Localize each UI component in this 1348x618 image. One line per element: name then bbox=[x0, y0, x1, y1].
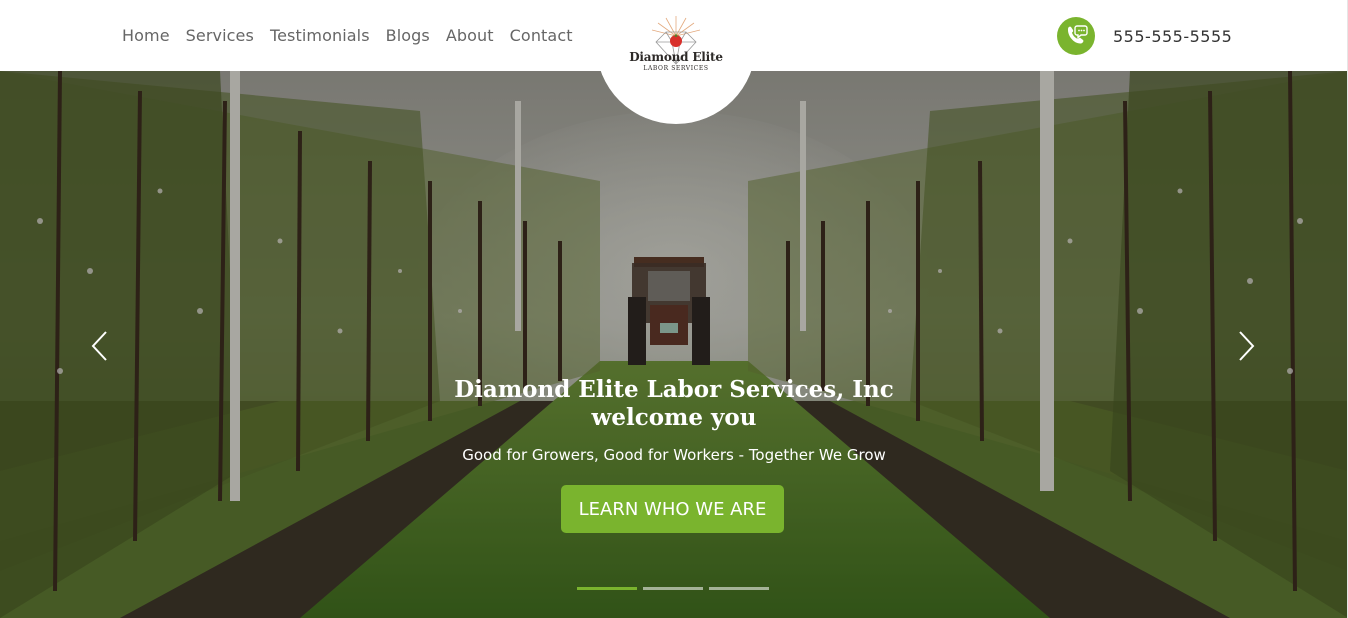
nav-contact[interactable]: Contact bbox=[510, 26, 573, 45]
hero-slider: Diamond Elite Labor Services, Inc welcom… bbox=[0, 71, 1348, 618]
phone-number[interactable]: 555-555-5555 bbox=[1113, 27, 1232, 46]
hero-overlay bbox=[0, 71, 1348, 618]
hero-subtitle: Good for Growers, Good for Workers - Tog… bbox=[462, 446, 886, 464]
slider-dot-1[interactable] bbox=[577, 587, 637, 590]
chevron-right-icon[interactable] bbox=[1234, 329, 1258, 363]
logo-title: Diamond Elite bbox=[629, 50, 723, 64]
main-nav: Home Services Testimonials Blogs About C… bbox=[122, 0, 589, 71]
nav-home[interactable]: Home bbox=[122, 26, 170, 45]
nav-services[interactable]: Services bbox=[186, 26, 254, 45]
phone-contact[interactable]: 555-555-5555 bbox=[1057, 16, 1232, 56]
nav-about[interactable]: About bbox=[446, 26, 494, 45]
hero-title-line-2: welcome you bbox=[591, 404, 757, 431]
nav-testimonials[interactable]: Testimonials bbox=[270, 26, 370, 45]
learn-who-we-are-button[interactable]: LEARN WHO WE ARE bbox=[561, 485, 784, 533]
chevron-left-icon[interactable] bbox=[88, 329, 112, 363]
phone-chat-icon bbox=[1057, 17, 1095, 55]
nav-blogs[interactable]: Blogs bbox=[386, 26, 430, 45]
slider-dot-3[interactable] bbox=[709, 587, 769, 590]
hero-title: Diamond Elite Labor Services, Inc welcom… bbox=[374, 376, 974, 432]
slider-dot-2[interactable] bbox=[643, 587, 703, 590]
logo-subtitle: LABOR SERVICES bbox=[643, 65, 709, 72]
hero-title-line-1: Diamond Elite Labor Services, Inc bbox=[454, 376, 894, 403]
slider-pagination bbox=[577, 587, 769, 590]
